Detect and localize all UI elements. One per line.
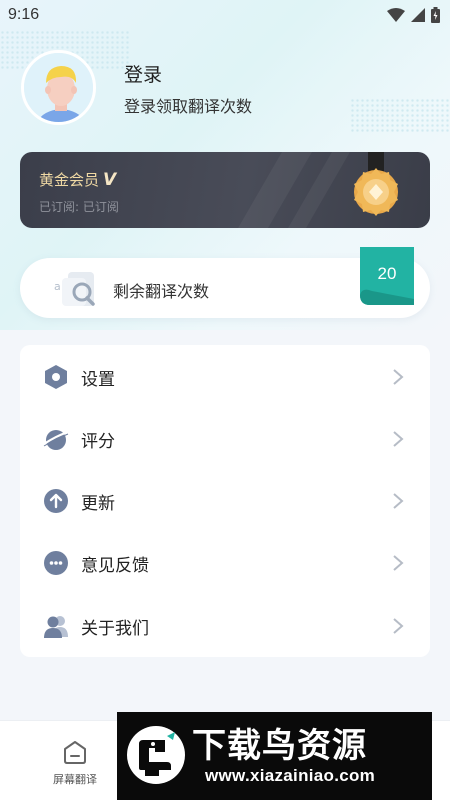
- bird-logo-icon: [127, 726, 185, 784]
- watermark-url: www.xiazainiao.com: [205, 766, 376, 785]
- chevron-right-icon: [393, 555, 404, 571]
- menu-item-feedback[interactable]: 意见反馈: [20, 532, 430, 594]
- avatar[interactable]: [21, 50, 96, 125]
- rate-planet-icon: [43, 430, 69, 450]
- tab-label: 屏幕翻译: [53, 773, 97, 786]
- menu-item-about[interactable]: 关于我们: [20, 595, 430, 657]
- menu-item-settings[interactable]: 设置: [20, 346, 430, 408]
- feedback-chat-icon: [44, 551, 68, 575]
- login-title[interactable]: 登录: [124, 60, 162, 87]
- settings-icon: [45, 365, 67, 389]
- update-arrow-icon: [44, 489, 68, 513]
- vip-membership-card[interactable]: 黄金会员 V 已订阅: 已订阅: [20, 152, 430, 228]
- status-bar: 9:16: [0, 0, 450, 30]
- menu-label: 关于我们: [81, 618, 149, 639]
- watermark-banner: 下载鸟资源 www.xiazainiao.com: [117, 712, 432, 800]
- chevron-right-icon: [393, 431, 404, 447]
- menu-label: 评分: [81, 431, 115, 452]
- menu-item-rate[interactable]: 评分: [20, 408, 430, 470]
- vip-badge-icon: V: [103, 169, 117, 190]
- translate-search-icon: a: [54, 272, 95, 306]
- menu-label: 更新: [81, 493, 115, 514]
- menu-label: 意见反馈: [81, 555, 149, 576]
- gold-medal-icon: [354, 152, 398, 216]
- menu-label: 设置: [81, 369, 115, 390]
- decorative-dots: [350, 98, 450, 132]
- remaining-label: 剩余翻译次数: [113, 282, 210, 301]
- tab-screen-translate[interactable]: 屏幕翻译: [40, 735, 110, 791]
- chevron-right-icon: [393, 618, 404, 634]
- home-icon: [64, 741, 86, 764]
- settings-menu: 设置 评分 更新 意见反馈 关于我们: [20, 345, 430, 657]
- remaining-count: 20: [377, 264, 397, 283]
- cellular-signal-icon: [411, 8, 425, 22]
- about-users-icon: [44, 616, 68, 638]
- status-time: 9:16: [8, 6, 40, 23]
- battery-icon: [431, 7, 440, 23]
- watermark-title: 下载鸟资源: [192, 726, 367, 766]
- vip-title: 黄金会员: [39, 171, 100, 189]
- wifi-icon: [387, 8, 405, 22]
- status-icons: [387, 7, 440, 23]
- login-subtitle[interactable]: 登录领取翻译次数: [124, 93, 252, 117]
- chevron-right-icon: [393, 493, 404, 509]
- menu-item-update[interactable]: 更新: [20, 470, 430, 532]
- vip-title-row: 黄金会员 V: [39, 169, 116, 190]
- svg-text:a: a: [54, 280, 61, 293]
- chevron-right-icon: [393, 369, 404, 385]
- vip-subscription-status: 已订阅: 已订阅: [39, 200, 119, 214]
